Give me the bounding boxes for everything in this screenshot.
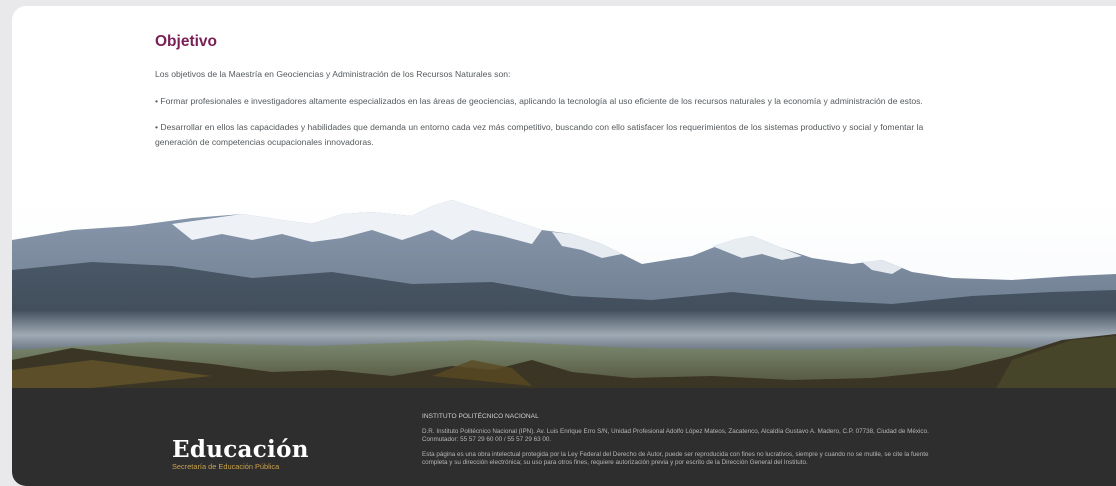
objective-section: Objetivo Los objetivos de la Maestría en… [155, 33, 955, 161]
bullet-item-2: • Desarrollar en ellos las capacidades y… [155, 122, 924, 147]
institution-name: INSTITUTO POLITÉCNICO NACIONAL [422, 413, 539, 420]
sep-logo[interactable]: Educación Secretaría de Educación Públic… [172, 436, 309, 472]
logo-title: Educación [172, 436, 309, 463]
footer-legal: Esta página es una obra intelectual prot… [422, 450, 929, 467]
section-title: Objetivo [155, 33, 218, 50]
footer-address: D.R. Instituto Politécnico Nacional (IPN… [422, 427, 929, 444]
intro-text: Los objetivos de la Maestría en Geocienc… [155, 69, 511, 79]
mountain-landscape-image [12, 200, 1116, 396]
content-card: Objetivo Los objetivos de la Maestría en… [12, 6, 1116, 486]
footer-text: INSTITUTO POLITÉCNICO NACIONAL D.R. Inst… [422, 413, 952, 474]
bullet-item-1: • Formar profesionales e investigadores … [155, 95, 923, 106]
logo-subtitle: Secretaría de Educación Pública [172, 462, 280, 471]
site-footer: Educación Secretaría de Educación Públic… [12, 388, 1116, 486]
